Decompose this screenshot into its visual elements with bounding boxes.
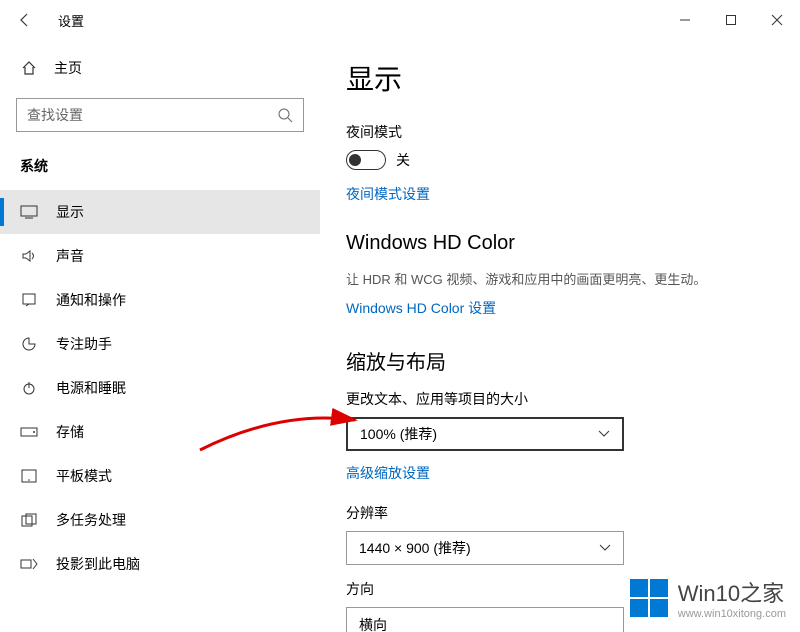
scale-heading: 缩放与布局 [346,346,770,375]
close-button[interactable] [754,0,800,40]
sidebar-item-project[interactable]: 投影到此电脑 [0,542,320,586]
sidebar-item-notifications[interactable]: 通知和操作 [0,278,320,322]
sidebar-item-multitask[interactable]: 多任务处理 [0,498,320,542]
home-link[interactable]: 主页 [0,50,320,86]
windows-logo-icon [630,579,668,617]
watermark-url: www.win10xitong.com [678,608,786,620]
sidebar-item-sound[interactable]: 声音 [0,234,320,278]
home-icon [20,60,38,76]
project-icon [20,557,38,571]
sidebar-item-label: 投影到此电脑 [56,554,140,574]
scale-dropdown[interactable]: 100% (推荐) [346,417,624,451]
sidebar-item-label: 多任务处理 [56,510,126,530]
focus-icon [20,336,38,352]
maximize-button[interactable] [708,0,754,40]
search-icon [277,107,293,123]
sidebar-item-display[interactable]: 显示 [0,190,320,234]
chevron-down-icon [598,430,610,438]
notifications-icon [20,292,38,308]
home-label: 主页 [54,58,82,78]
search-input[interactable]: 查找设置 [16,98,304,132]
sidebar-item-power[interactable]: 电源和睡眠 [0,366,320,410]
back-button[interactable] [0,0,50,40]
hd-color-heading: Windows HD Color [346,232,770,255]
tablet-icon [20,469,38,483]
sidebar-item-label: 声音 [56,246,84,266]
chevron-down-icon [599,544,611,552]
sound-icon [20,248,38,264]
sidebar-item-label: 通知和操作 [56,290,126,310]
hd-color-link[interactable]: Windows HD Color 设置 [346,298,496,318]
watermark-text: Win10之家 [678,576,786,608]
sidebar-item-label: 显示 [56,202,84,222]
orientation-value: 横向 [359,615,387,632]
window-title: 设置 [58,11,84,30]
storage-icon [20,427,38,437]
sidebar: 主页 查找设置 系统 显示 声音 通知和操作 专注助手 电源和睡眠 [0,40,320,632]
sidebar-item-focus[interactable]: 专注助手 [0,322,320,366]
power-icon [20,380,38,396]
hd-color-desc: 让 HDR 和 WCG 视频、游戏和应用中的画面更明亮、更生动。 [346,269,770,288]
resolution-dropdown[interactable]: 1440 × 900 (推荐) [346,531,624,565]
sidebar-item-label: 电源和睡眠 [56,378,126,398]
resolution-label: 分辨率 [346,503,770,523]
night-light-settings-link[interactable]: 夜间模式设置 [346,184,430,204]
page-title: 显示 [346,58,770,98]
night-light-label: 夜间模式 [346,122,770,142]
scale-field-label: 更改文本、应用等项目的大小 [346,389,770,409]
sidebar-item-storage[interactable]: 存储 [0,410,320,454]
advanced-scale-link[interactable]: 高级缩放设置 [346,463,430,483]
sidebar-item-label: 平板模式 [56,466,112,486]
minimize-button[interactable] [662,0,708,40]
main-content: 显示 夜间模式 关 夜间模式设置 Windows HD Color 让 HDR … [320,40,800,632]
search-placeholder: 查找设置 [27,105,83,125]
sidebar-item-label: 专注助手 [56,334,112,354]
night-light-toggle[interactable] [346,150,386,170]
toggle-knob [349,154,361,166]
resolution-value: 1440 × 900 (推荐) [359,538,471,558]
night-light-state: 关 [396,150,410,170]
scale-value: 100% (推荐) [360,424,437,444]
orientation-dropdown[interactable]: 横向 [346,607,624,632]
sidebar-item-tablet[interactable]: 平板模式 [0,454,320,498]
display-icon [20,205,38,219]
sidebar-item-label: 存储 [56,422,84,442]
multitask-icon [20,513,38,527]
section-label: 系统 [0,148,320,190]
watermark: Win10之家 www.win10xitong.com [630,576,786,620]
